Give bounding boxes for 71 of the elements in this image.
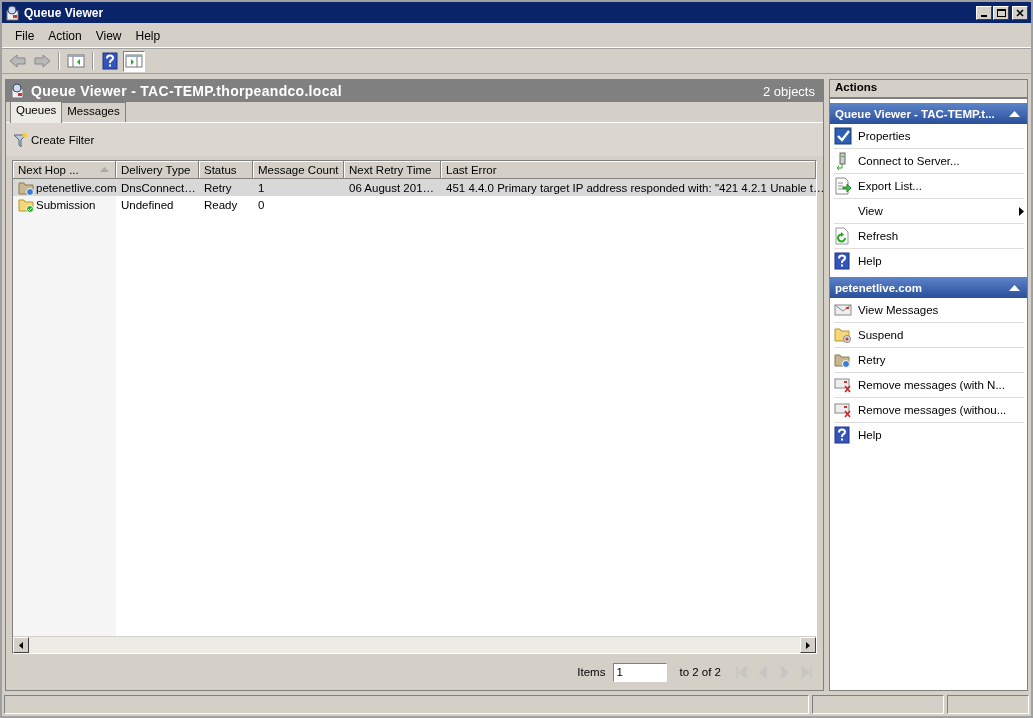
column-header[interactable]: Last Error (441, 161, 816, 179)
table-row[interactable]: Submission Undefined Ready 0 (13, 196, 816, 213)
command-item[interactable]: Export List... (834, 174, 1024, 199)
page-input-field[interactable]: 1 (613, 662, 668, 682)
tab[interactable]: Messages (61, 102, 126, 122)
table-cell: 451 4.4.0 Primary target IP address responded with: "421 4.2.1 Unable t… (446, 181, 825, 194)
help-icon[interactable] (99, 50, 121, 72)
pane-icon (10, 83, 26, 99)
table-cell: 06 August 201… (349, 181, 435, 194)
envelope-icon (834, 402, 852, 418)
table-cell: Retry (204, 181, 232, 194)
app-icon (5, 4, 21, 21)
scroll-right-icon[interactable] (800, 637, 816, 653)
close-icon[interactable] (1012, 5, 1028, 20)
help-icon (834, 252, 850, 270)
tab[interactable]: Queues (10, 101, 63, 123)
maximize-icon[interactable] (993, 5, 1009, 20)
menu-item[interactable]: View (88, 27, 129, 45)
command-item[interactable]: Retry (834, 348, 1024, 373)
column-header[interactable]: Next Hop ... (13, 161, 116, 179)
filter-icon (13, 131, 29, 148)
window-title: Queue Viewer (24, 5, 105, 20)
table-cell: Ready (204, 198, 238, 211)
actions-title: Actions (830, 80, 1027, 99)
column-header[interactable]: Message Count (253, 161, 344, 179)
table-cell: Submission (36, 198, 96, 211)
folder-icon (834, 352, 850, 368)
command-item[interactable]: Refresh (834, 224, 1024, 249)
create-filter-button[interactable]: Create Filter (13, 131, 95, 148)
object-count: 2 objects (762, 83, 815, 99)
command-item[interactable]: Suspend (834, 323, 1024, 348)
command-item[interactable]: Connect to Server... (834, 149, 1024, 174)
folder-check-icon (18, 196, 34, 213)
menu-item[interactable]: Help (128, 27, 168, 45)
envelope-icon (834, 377, 852, 393)
command-item[interactable]: Help (834, 423, 1024, 447)
submenu-arrow-icon (1019, 206, 1024, 216)
table-cell: DnsConnect… (121, 181, 196, 194)
table-cell: 1 (258, 181, 265, 194)
table-cell: Undefined (121, 198, 174, 211)
command-item[interactable]: Properties (834, 124, 1024, 149)
checkbox-icon (834, 127, 852, 145)
refresh-icon (834, 227, 850, 245)
menu-item[interactable]: Action (41, 27, 89, 45)
scroll-left-icon[interactable] (13, 637, 29, 653)
table-cell: 0 (258, 198, 265, 211)
pane-title: Queue Viewer - TAC-TEMP.thorpeandco.local (31, 83, 344, 99)
collapse-icon[interactable] (1009, 110, 1020, 117)
column-header[interactable]: Next Retry Time (344, 161, 441, 179)
command-item[interactable]: Help (834, 249, 1024, 273)
section-header[interactable]: petenetlive.com (830, 277, 1027, 298)
items-label: Items (577, 666, 606, 678)
collapse-icon[interactable] (1009, 284, 1020, 291)
horizontal-scrollbar[interactable] (13, 636, 816, 653)
action-pane-icon[interactable] (123, 50, 145, 72)
help-icon (834, 426, 850, 444)
export-icon (834, 177, 852, 195)
menu-item[interactable]: File (8, 27, 42, 45)
section-header[interactable]: Queue Viewer - TAC-TEMP.t... (830, 103, 1027, 124)
column-header[interactable]: Status (199, 161, 253, 179)
sort-arrow-icon (100, 167, 109, 172)
envelope-icon (834, 303, 852, 317)
minimize-icon[interactable] (976, 5, 992, 20)
folder-icon (834, 326, 852, 344)
column-header[interactable]: Delivery Type (116, 161, 199, 179)
command-item[interactable]: Remove messages (with N... (834, 373, 1024, 398)
command-item[interactable]: View Messages (834, 298, 1024, 323)
table-cell: petenetlive.com (36, 181, 117, 194)
command-item[interactable]: View (834, 199, 1024, 224)
command-item[interactable]: Remove messages (withou... (834, 398, 1024, 423)
range-label: to 2 of 2 (679, 666, 721, 678)
